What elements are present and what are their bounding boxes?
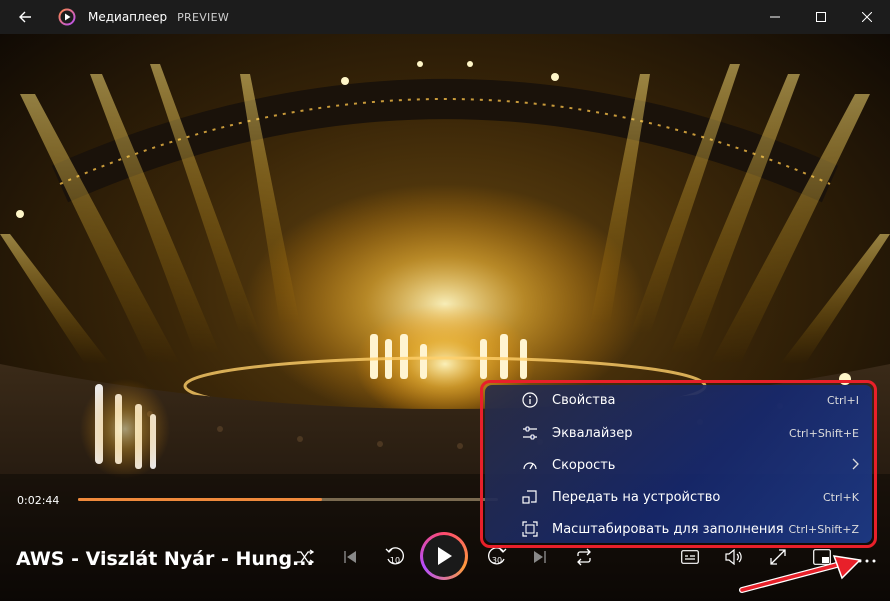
app-preview-label: PREVIEW	[177, 10, 230, 24]
play-icon	[438, 547, 452, 565]
back-button[interactable]	[0, 0, 50, 34]
menu-highlight-outline	[480, 380, 877, 548]
close-window-button[interactable]	[844, 0, 890, 34]
previous-button[interactable]	[335, 542, 365, 572]
current-time: 0:02:44	[17, 494, 60, 507]
skip-back-seconds: 10	[390, 556, 400, 565]
shuffle-icon	[297, 549, 314, 565]
seek-bar-progress	[78, 498, 322, 501]
app-title: Медиаплеер	[88, 10, 168, 24]
previous-icon	[344, 551, 356, 563]
minimize-icon	[770, 16, 780, 18]
play-button-inner	[423, 535, 465, 577]
seek-bar[interactable]	[78, 498, 498, 501]
next-icon	[534, 551, 546, 563]
title-bar: Медиаплеер PREVIEW	[0, 0, 890, 34]
media-player-logo-icon	[58, 8, 76, 26]
subtitles-icon	[681, 550, 699, 564]
maximize-icon	[816, 12, 826, 22]
repeat-icon	[577, 548, 591, 566]
skip-back-button[interactable]: 10	[380, 542, 410, 572]
close-icon	[862, 12, 872, 22]
skip-forward-seconds: 30	[492, 556, 502, 565]
minimize-button[interactable]	[752, 0, 798, 34]
media-title: AWS - Viszlát Nyár - Hung...	[16, 548, 314, 570]
shuffle-button[interactable]	[290, 542, 320, 572]
maximize-button[interactable]	[798, 0, 844, 34]
annotation-arrow-icon	[739, 555, 862, 593]
back-arrow-icon	[19, 11, 31, 23]
play-button[interactable]	[420, 532, 468, 580]
skip-back-icon: 10	[385, 547, 404, 565]
skip-forward-icon: 30	[488, 547, 507, 565]
